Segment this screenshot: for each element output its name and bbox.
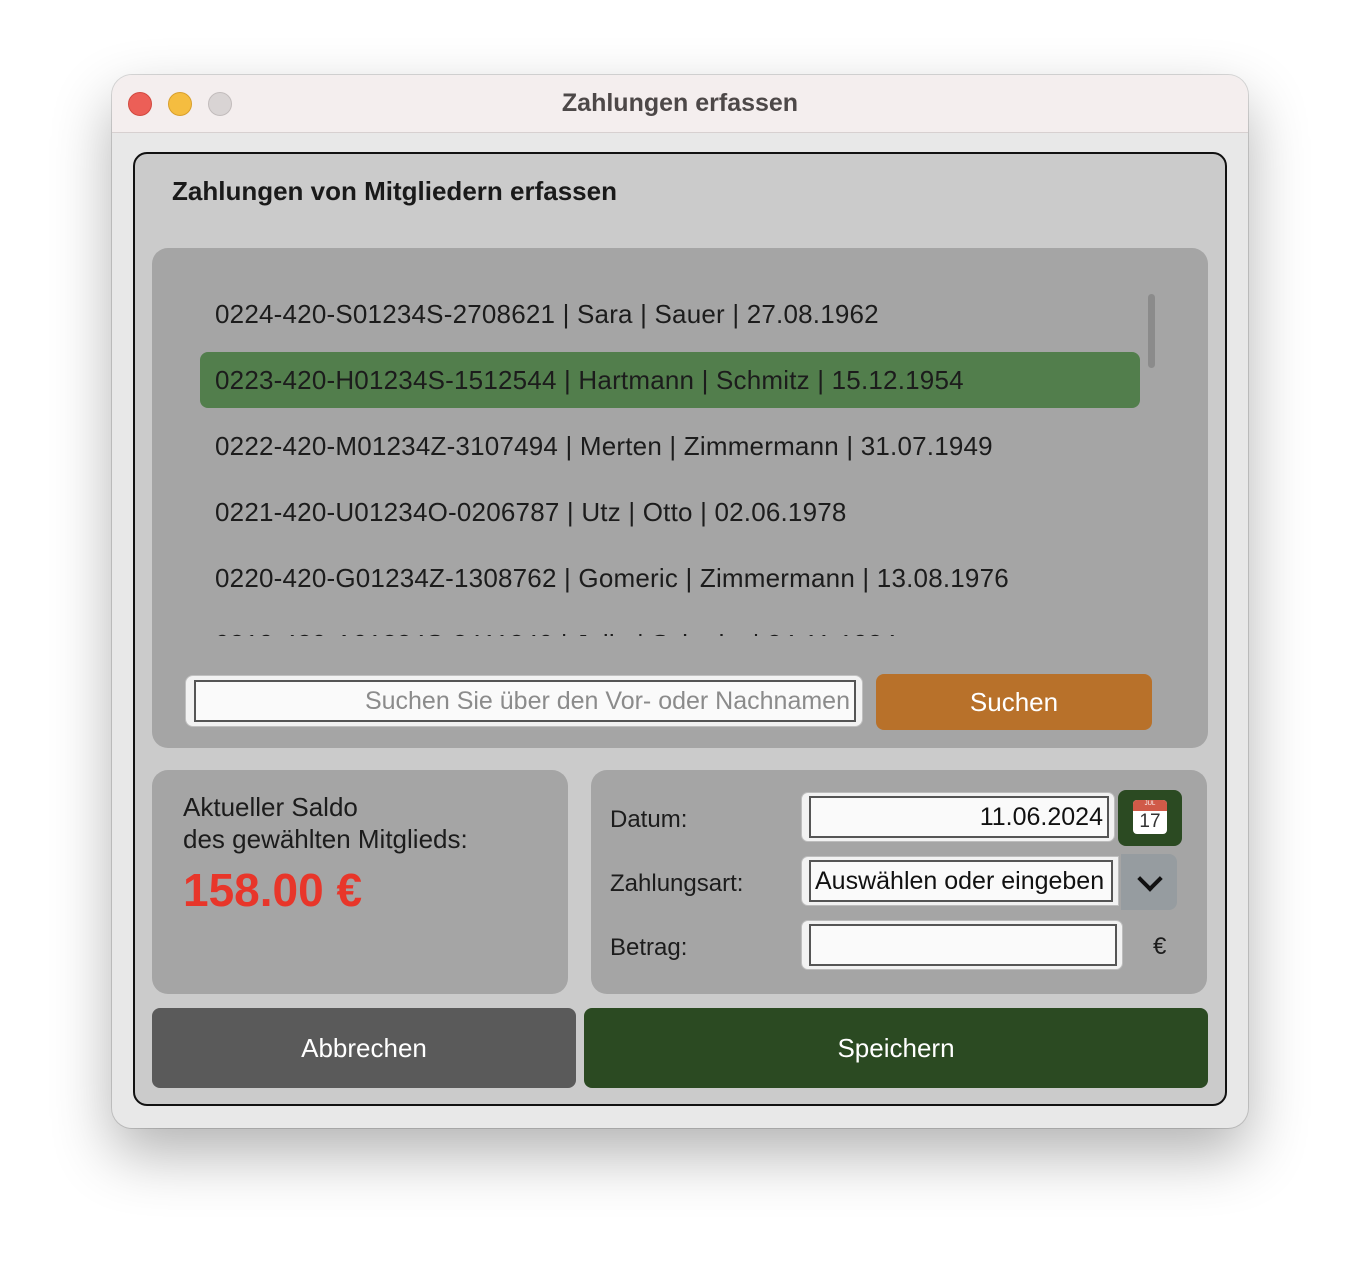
member-list-item[interactable]: 0224-420-S01234S-2708621 | Sara | Sauer … bbox=[200, 286, 1140, 342]
member-list-box: 0224-420-S01234S-2708621 | Sara | Sauer … bbox=[152, 248, 1208, 748]
search-button[interactable]: Suchen bbox=[876, 674, 1152, 730]
chevron-down-icon bbox=[1137, 866, 1163, 892]
date-field-wrapper bbox=[801, 792, 1115, 842]
amount-input[interactable] bbox=[809, 924, 1117, 966]
amount-field-wrapper bbox=[801, 920, 1123, 970]
calendar-icon-day: 17 bbox=[1139, 811, 1161, 832]
member-list-item-selected[interactable]: 0223-420-H01234S-1512544 | Hartmann | Sc… bbox=[200, 352, 1140, 408]
balance-amount: 158.00 € bbox=[183, 864, 363, 916]
calendar-icon-month: JUL bbox=[1144, 801, 1156, 807]
calendar-button[interactable]: JUL 17 bbox=[1118, 790, 1182, 846]
member-list-item[interactable]: 0222-420-M01234Z-3107494 | Merten | Zimm… bbox=[200, 418, 1140, 474]
member-list[interactable]: 0224-420-S01234S-2708621 | Sara | Sauer … bbox=[200, 286, 1140, 636]
member-list-item[interactable]: 0220-420-G01234Z-1308762 | Gomeric | Zim… bbox=[200, 550, 1140, 606]
member-list-item[interactable]: 0221-420-U01234O-0206787 | Utz | Otto | … bbox=[200, 484, 1140, 540]
title-bar: Zahlungen erfassen bbox=[112, 75, 1248, 133]
balance-label-line1: Aktueller Saldo bbox=[183, 792, 358, 822]
amount-label: Betrag: bbox=[610, 934, 688, 961]
list-scrollbar[interactable] bbox=[1148, 294, 1155, 368]
window-title: Zahlungen erfassen bbox=[561, 89, 799, 117]
payment-form: Datum: JUL 17 Zahlungsart: Betrag: bbox=[591, 770, 1207, 994]
save-button[interactable]: Speichern bbox=[584, 1008, 1208, 1088]
calendar-icon: JUL 17 bbox=[1133, 800, 1167, 834]
panel-heading: Zahlungen von Mitgliedern erfassen bbox=[172, 176, 617, 206]
date-input[interactable] bbox=[809, 796, 1109, 838]
payment-type-dropdown-button[interactable] bbox=[1121, 854, 1177, 910]
payment-type-wrapper bbox=[801, 856, 1119, 906]
date-label: Datum: bbox=[610, 806, 688, 833]
search-field-wrapper bbox=[185, 675, 863, 727]
payment-type-label: Zahlungsart: bbox=[610, 870, 744, 897]
balance-box: Aktueller Saldo des gewählten Mitglieds:… bbox=[152, 770, 568, 994]
payment-window: Zahlungen erfassen Zahlungen von Mitglie… bbox=[112, 75, 1248, 1128]
payment-panel: Zahlungen von Mitgliedern erfassen 0224-… bbox=[133, 152, 1227, 1106]
payment-type-combobox[interactable] bbox=[809, 860, 1113, 902]
currency-label: € bbox=[1153, 933, 1167, 960]
cancel-button[interactable]: Abbrechen bbox=[152, 1008, 576, 1088]
member-list-item[interactable]: 0219-420-A01234S-2411240 | Julia | Schmi… bbox=[200, 616, 1140, 636]
search-input[interactable] bbox=[194, 680, 856, 722]
balance-label-line2: des gewählten Mitglieds: bbox=[183, 824, 468, 854]
